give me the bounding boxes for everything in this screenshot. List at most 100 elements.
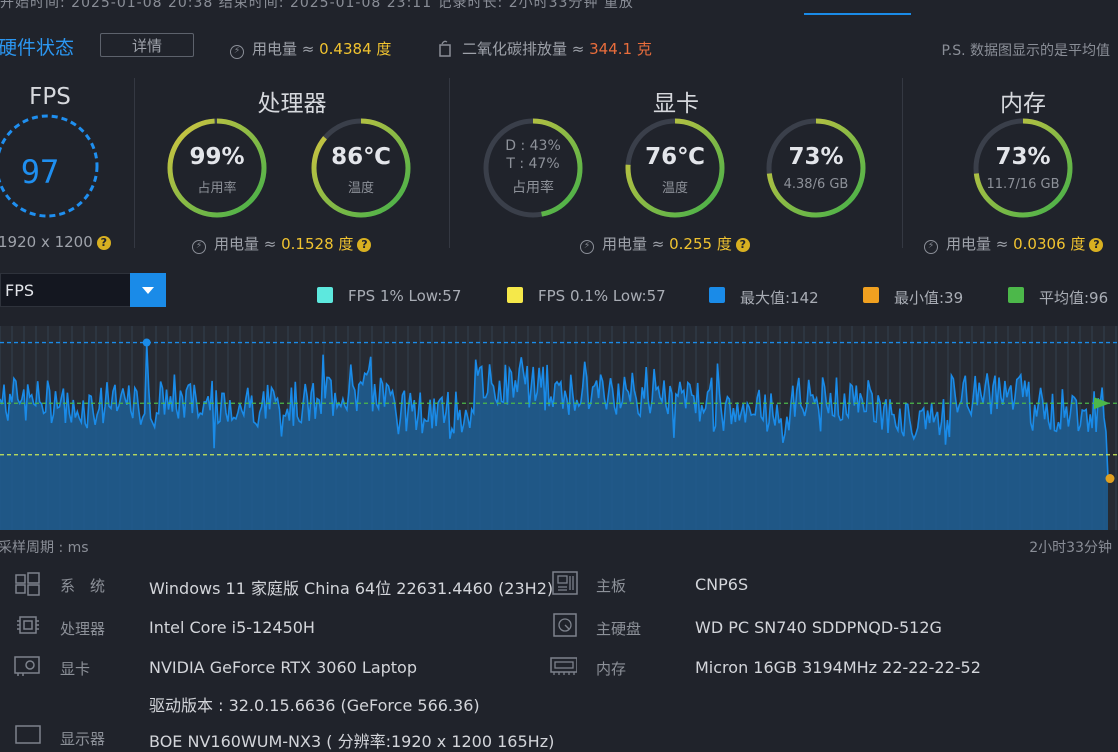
metric-select-value: FPS <box>5 281 35 300</box>
help-icon[interactable]: ? <box>1089 238 1104 252</box>
memory-power: ⚡ 用电量 ≈ 0.0306 度? <box>924 233 1104 254</box>
memory-title: 内存 <box>1000 91 1046 117</box>
active-tab-indicator <box>804 13 911 15</box>
record-info-bar: 开始时间: 2025-01-08 20:38 结束时间: 2025-01-08 … <box>0 0 1118 14</box>
help-icon[interactable]: ? <box>735 238 750 252</box>
legend-swatch <box>507 287 523 303</box>
gpu-power-value: 0.255 度 <box>669 235 732 253</box>
fps-title: FPS <box>29 84 71 110</box>
metric-select[interactable]: FPS <box>0 273 166 307</box>
help-icon[interactable]: ? <box>357 238 372 252</box>
disk-icon <box>553 613 577 637</box>
record-info-text: 开始时间: 2025-01-08 20:38 结束时间: 2025-01-08 … <box>0 0 634 11</box>
gpu-label: 显卡 <box>60 660 91 678</box>
gpu-power-label: 用电量 ≈ <box>602 235 665 253</box>
gpu-vram-label: 4.38/6 GB <box>783 177 849 192</box>
chevron-down-icon[interactable] <box>130 273 166 307</box>
divider <box>449 78 450 248</box>
gpu-usage-d: D : 43% <box>505 138 561 154</box>
memory-icon <box>550 657 577 675</box>
gpu-vram-gauge: 73% 4.38/6 GB <box>764 116 868 220</box>
gpu-value: NVIDIA GeForce RTX 3060 Laptop <box>149 658 417 677</box>
cpu-power-value: 0.1528 度 <box>281 235 354 253</box>
system-label: 系 统 <box>60 577 106 595</box>
gpu-title: 显卡 <box>653 91 699 117</box>
co2-emission: 二氧化碳排放量 ≈ 344.1 克 <box>438 38 652 59</box>
gpu-temp-gauge: 76℃ 温度 <box>623 116 727 220</box>
disk-value: WD PC SN740 SDDPNQD-512G <box>695 618 942 637</box>
cpu-label: 处理器 <box>60 620 106 638</box>
ps-note: P.S. 数据图显示的是平均值 <box>941 43 1111 59</box>
fps-value: 97 <box>20 153 60 191</box>
gpu-usage-t: T : 47% <box>506 156 560 172</box>
memory-usage-gauge: 73% 11.7/16 GB <box>971 116 1075 220</box>
legend-swatch <box>317 287 333 303</box>
co2-value: 344.1 克 <box>589 40 652 58</box>
display-value: BOE NV160WUM-NX3 ( 分辨率:1920 x 1200 165Hz… <box>149 732 555 751</box>
system-value: Windows 11 家庭版 China 64位 22631.4460 (23H… <box>149 579 554 598</box>
gpu-temp-label: 温度 <box>661 181 688 196</box>
motherboard-icon <box>552 571 578 595</box>
hardware-status-title: 硬件状态 <box>0 37 75 59</box>
gpu-usage-label: 占用率 <box>512 180 554 196</box>
gpu-vram-value: 73% <box>788 144 844 170</box>
co2-label: 二氧化碳排放量 ≈ <box>462 40 585 58</box>
resolution: 1920 x 1200? <box>0 233 111 251</box>
cpu-power-label: 用电量 ≈ <box>214 235 277 253</box>
divider <box>134 78 135 248</box>
fps-gauge: 97 <box>0 113 104 223</box>
display-label: 显示器 <box>60 730 106 748</box>
gpu-icon <box>14 656 40 676</box>
total-power: ⚡ 用电量 ≈ 0.4384 度 <box>230 38 391 59</box>
fps-chart[interactable] <box>0 326 1118 530</box>
cpu-usage-label: 占用率 <box>197 181 237 196</box>
cpu-value: Intel Core i5-12450H <box>149 618 315 637</box>
total-power-value: 0.4384 度 <box>319 40 392 58</box>
cpu-temp-value: 86℃ <box>331 144 391 170</box>
legend-label: 最大值:142 <box>740 289 819 307</box>
memory-label: 内存 <box>596 660 627 678</box>
legend-label: FPS 1% Low:57 <box>348 287 462 305</box>
memory-value: Micron 16GB 3194MHz 22-22-22-52 <box>695 658 981 677</box>
memory-power-value: 0.0306 度 <box>1013 235 1086 253</box>
power-icon: ⚡ <box>230 45 244 59</box>
memory-usage-label: 11.7/16 GB <box>986 177 1060 192</box>
cpu-title: 处理器 <box>257 91 327 117</box>
cpu-usage-gauge: 99% 占用率 <box>165 116 269 220</box>
power-icon: ⚡ <box>924 240 938 254</box>
legend-label: FPS 0.1% Low:57 <box>538 287 666 305</box>
chimney-icon <box>439 40 451 57</box>
disk-label: 主硬盘 <box>596 620 642 638</box>
help-icon[interactable]: ? <box>96 236 111 250</box>
legend-label: 最小值:39 <box>894 289 964 307</box>
monitor-icon <box>15 725 41 744</box>
motherboard-label: 主板 <box>596 577 627 595</box>
cpu-icon <box>17 616 39 634</box>
memory-usage-value: 73% <box>995 144 1051 170</box>
resolution-text: 1920 x 1200 <box>0 233 93 251</box>
min-marker <box>1105 474 1115 484</box>
gpu-usage-gauge: D : 43% T : 47% 占用率 <box>481 116 585 220</box>
total-power-label: 用电量 ≈ <box>252 40 315 58</box>
cpu-temp-label: 温度 <box>347 181 374 196</box>
power-icon: ⚡ <box>192 240 206 254</box>
legend-label: 平均值:96 <box>1039 289 1109 307</box>
cpu-usage-value: 99% <box>189 144 245 170</box>
driver-version: 驱动版本 : 32.0.15.6636 (GeForce 566.36) <box>149 696 480 715</box>
motherboard-value: CNP6S <box>695 575 749 594</box>
legend-swatch <box>1008 287 1024 303</box>
legend-swatch <box>709 287 725 303</box>
cpu-temp-gauge: 86℃ 温度 <box>309 116 413 220</box>
windows-icon <box>15 572 40 596</box>
power-icon: ⚡ <box>580 240 594 254</box>
gpu-power: ⚡ 用电量 ≈ 0.255 度? <box>580 233 750 254</box>
memory-power-label: 用电量 ≈ <box>946 235 1009 253</box>
cpu-power: ⚡ 用电量 ≈ 0.1528 度? <box>192 233 372 254</box>
max-marker <box>142 338 151 347</box>
chart-duration-label: 2小时33分钟 <box>1029 540 1112 556</box>
gpu-temp-value: 76℃ <box>645 144 705 170</box>
legend-swatch <box>863 287 879 303</box>
divider <box>902 78 903 248</box>
detail-button[interactable]: 详情 <box>100 33 194 57</box>
chart-x-axis-label: 采样周期 : ms <box>0 540 89 556</box>
